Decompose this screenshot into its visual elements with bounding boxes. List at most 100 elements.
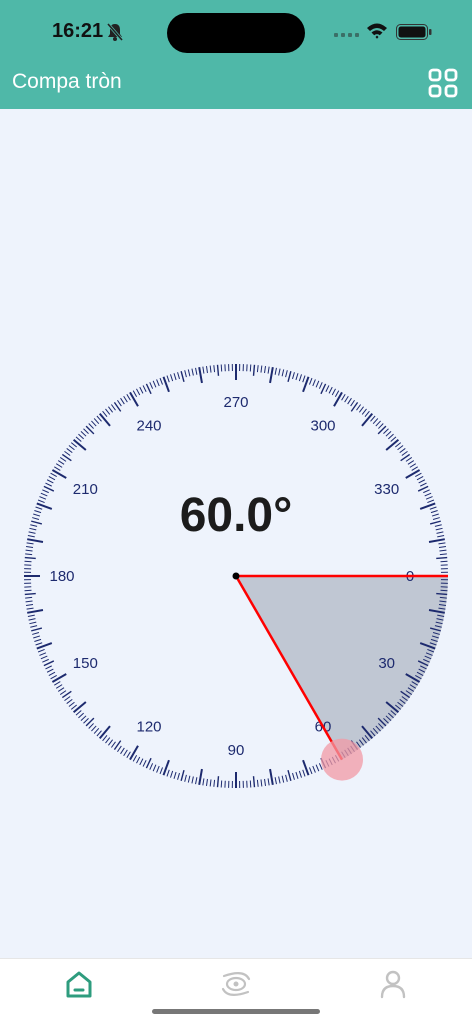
scale-tick [47, 669, 53, 672]
scale-tick [342, 394, 346, 400]
scale-tick [30, 626, 37, 628]
scale-tick [268, 367, 269, 374]
scale-tick [436, 558, 447, 559]
bell-slash-icon [106, 22, 124, 42]
scale-tick [133, 391, 136, 397]
scale-tick [279, 777, 280, 784]
scale-tick [351, 400, 355, 406]
scale-tick [56, 685, 62, 689]
signal-icon [334, 32, 360, 38]
scale-tick [265, 366, 266, 373]
scale-tick [81, 716, 86, 721]
bottom-nav [0, 958, 472, 1025]
scale-tick [105, 738, 109, 744]
scale-tick [38, 649, 45, 652]
scale-label: 270 [223, 394, 248, 411]
scale-tick [270, 367, 273, 383]
home-indicator [152, 1009, 320, 1014]
scale-tick [178, 372, 180, 379]
home-icon[interactable] [59, 967, 99, 1001]
scale-tick [275, 368, 276, 375]
scale-tick [76, 437, 81, 442]
scale-tick [146, 758, 151, 768]
scale-label: 120 [136, 719, 161, 736]
scale-tick [26, 546, 33, 547]
scale-tick [196, 777, 197, 784]
scale-tick [160, 378, 163, 385]
scale-label: 30 [378, 655, 395, 672]
scale-tick [97, 416, 102, 421]
scale-tick [157, 379, 160, 385]
scale-tick [39, 653, 45, 656]
scale-tick [127, 394, 131, 400]
scale-tick [103, 411, 107, 416]
scale-tick [282, 776, 284, 783]
protractor-dial[interactable]: 0306090120150180210240270300330 [0, 350, 472, 800]
scale-tick [185, 775, 187, 782]
scale-tick [146, 384, 151, 394]
scale-tick [29, 622, 36, 624]
protractor[interactable]: 0306090120150180210240270300330 [0, 350, 472, 800]
app-bar: Compa tròn [0, 62, 472, 109]
scale-tick [71, 443, 76, 447]
scale-tick [181, 371, 184, 382]
scale-tick [64, 451, 70, 455]
scale-tick [313, 766, 316, 772]
scale-tick [34, 639, 41, 641]
scale-tick [309, 378, 312, 385]
scale-tick [275, 777, 276, 784]
scale-tick [56, 464, 62, 468]
scale-tick [124, 396, 128, 402]
user-icon[interactable] [373, 967, 413, 1001]
scale-tick [206, 366, 207, 373]
scale-tick [218, 776, 219, 787]
scale-tick [51, 675, 57, 678]
scale-tick [91, 421, 96, 426]
scale-tick [270, 769, 273, 785]
scale-tick [94, 418, 99, 423]
scale-tick [136, 757, 139, 763]
scale-tick [153, 381, 156, 387]
grid-icon[interactable] [428, 68, 458, 98]
scale-tick [69, 702, 75, 706]
scale-tick [153, 765, 156, 771]
drag-handle[interactable] [321, 739, 363, 781]
scale-label: 180 [49, 568, 74, 585]
scale-tick [27, 610, 43, 613]
scale-tick [45, 483, 51, 486]
scale-tick [150, 763, 153, 769]
scale-tick [373, 418, 378, 423]
scale-tick [420, 483, 426, 486]
scale-tick [438, 543, 445, 544]
scale-tick [49, 476, 55, 479]
scale-tick [42, 659, 48, 662]
scale-tick [60, 691, 66, 695]
scale-tick [388, 434, 393, 439]
scale-tick [254, 365, 255, 376]
scale-tick [362, 409, 366, 415]
scale-tick [293, 773, 295, 780]
scale-tick [286, 775, 288, 782]
scale-tick [203, 778, 204, 785]
scale-tick [412, 467, 418, 471]
scale-tick [83, 429, 88, 434]
scale-tick [170, 771, 172, 778]
scale-tick [44, 661, 54, 666]
scale-tick [89, 723, 94, 728]
scale-tick [143, 385, 146, 391]
scale-tick [199, 367, 202, 383]
scale-tick [206, 779, 207, 786]
orbit-eye-icon[interactable] [216, 967, 256, 1001]
scale-tick [130, 746, 138, 760]
scale-tick [89, 423, 94, 428]
scale-tick [299, 771, 301, 778]
scale-tick [329, 387, 332, 393]
scale-tick [199, 769, 202, 785]
scale-tick [296, 373, 298, 380]
scale-tick [174, 772, 176, 779]
scale-tick [91, 726, 96, 731]
scale-tick [319, 382, 322, 388]
scale-tick [67, 699, 73, 703]
scale-tick [32, 633, 39, 635]
scale-tick [26, 601, 33, 602]
